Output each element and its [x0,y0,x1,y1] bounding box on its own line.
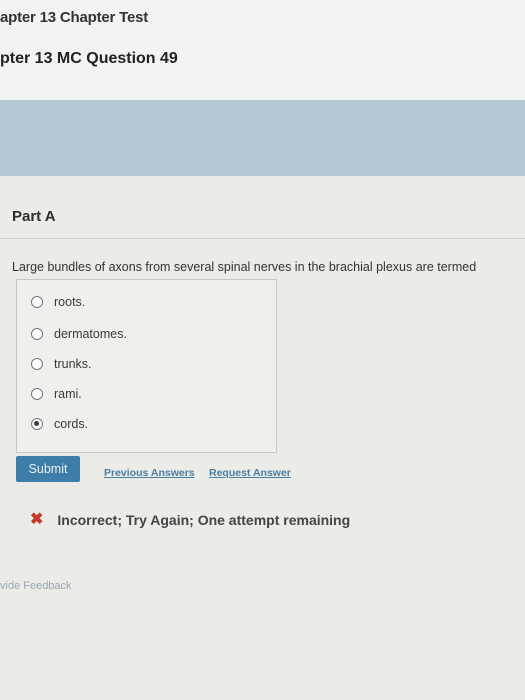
provide-feedback-link[interactable]: vide Feedback [0,580,72,592]
feedback-message: ✖ Incorrect; Try Again; One attempt rema… [30,511,351,529]
question-title: pter 13 MC Question 49 [0,50,178,67]
feedback-text: Incorrect; Try Again; One attempt remain… [57,512,351,528]
option-label: rami. [54,387,82,401]
previous-answers-link[interactable]: Previous Answers [104,467,195,479]
option-dermatomes[interactable]: dermatomes. [31,327,127,341]
radio-button-selected[interactable] [31,418,43,430]
option-label: roots. [54,295,86,309]
option-roots[interactable]: roots. [31,295,85,309]
option-trunks[interactable]: trunks. [31,357,92,371]
part-label: Part A [12,208,56,225]
header-banner [0,100,525,176]
question-prompt: Large bundles of axons from several spin… [12,260,477,274]
divider [0,238,525,239]
breadcrumb[interactable]: apter 13 Chapter Test [0,9,148,26]
radio-button[interactable] [31,328,43,340]
x-icon: ✖ [30,511,44,528]
submit-button[interactable]: Submit [16,456,80,482]
option-label: cords. [54,417,89,431]
radio-button[interactable] [31,296,43,308]
request-answer-link[interactable]: Request Answer [209,467,291,479]
answer-options: roots. dermatomes. trunks. rami. cords. [16,279,277,453]
radio-button[interactable] [31,388,43,400]
page-header: apter 13 Chapter Test pter 13 MC Questio… [0,0,525,100]
radio-button[interactable] [31,358,43,370]
option-label: dermatomes. [54,327,127,341]
option-rami[interactable]: rami. [31,387,82,401]
option-label: trunks. [54,357,92,371]
option-cords[interactable]: cords. [31,417,88,431]
